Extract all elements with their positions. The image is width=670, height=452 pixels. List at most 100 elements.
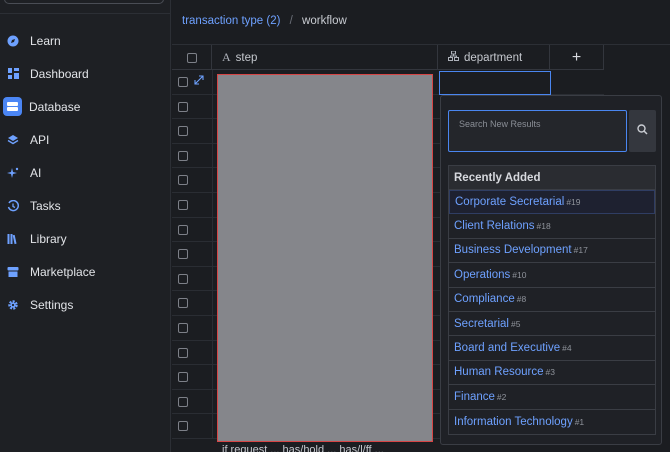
gear-icon bbox=[6, 298, 20, 312]
layers-icon bbox=[6, 133, 20, 147]
department-option[interactable]: Finance #2 bbox=[449, 385, 655, 410]
row-divider bbox=[212, 119, 213, 143]
sidebar-item-dashboard[interactable]: Dashboard bbox=[0, 57, 171, 90]
row-checkbox[interactable] bbox=[178, 101, 188, 112]
step-cell-highlight[interactable] bbox=[217, 74, 433, 442]
expand-row-icon[interactable] bbox=[194, 75, 204, 88]
option-name: Compliance bbox=[454, 293, 515, 306]
row-checkbox[interactable] bbox=[178, 224, 188, 235]
search-input[interactable]: Search New Results bbox=[448, 110, 627, 152]
sidebar-item-ai[interactable]: AI bbox=[0, 156, 171, 189]
option-number: #19 bbox=[566, 197, 581, 208]
sidebar-item-label: Library bbox=[30, 231, 67, 246]
row-divider bbox=[212, 315, 213, 340]
option-number: #2 bbox=[496, 391, 507, 402]
option-name: Finance bbox=[454, 390, 495, 403]
department-option[interactable]: Secretarial #5 bbox=[449, 312, 655, 337]
row-divider bbox=[212, 168, 213, 192]
row-checkbox[interactable] bbox=[178, 273, 188, 284]
search-button[interactable] bbox=[629, 110, 656, 152]
sidebar-item-label: Tasks bbox=[30, 198, 61, 213]
department-cell-editing[interactable] bbox=[439, 71, 551, 95]
row-checkbox[interactable] bbox=[178, 249, 188, 260]
department-option[interactable]: Information Technology #1 bbox=[449, 410, 655, 434]
option-name: Secretarial bbox=[454, 317, 509, 330]
option-number: #5 bbox=[510, 318, 521, 329]
row-checkbox[interactable] bbox=[178, 421, 188, 432]
column-header-step[interactable]: A step bbox=[212, 45, 438, 70]
sidebar-item-label: Settings bbox=[30, 297, 74, 312]
recent-list: Recently Added Corporate Secretarial #19 C… bbox=[448, 165, 656, 435]
department-option[interactable]: Client Relations #18 bbox=[449, 214, 655, 239]
row-checkbox[interactable] bbox=[178, 126, 188, 137]
sidebar-item-settings[interactable]: Settings bbox=[0, 288, 171, 321]
add-column-button[interactable]: + bbox=[550, 45, 604, 70]
breadcrumb-link-transaction-type[interactable]: transaction type (2) bbox=[182, 15, 280, 27]
sidebar-nav: Learn Dashboard Database API AI Tasks Li… bbox=[0, 24, 171, 321]
department-option[interactable]: Business Development #17 bbox=[449, 239, 655, 264]
option-number: #18 bbox=[536, 221, 551, 232]
department-option[interactable]: Corporate Secretarial #19 bbox=[449, 190, 655, 215]
row-divider bbox=[212, 242, 213, 266]
option-number: #8 bbox=[516, 294, 527, 305]
row-text-partial: if request ... has/hold ... has/l/ff ... bbox=[222, 444, 384, 452]
column-header-label: department bbox=[464, 51, 523, 64]
sidebar-item-label: AI bbox=[30, 165, 42, 180]
option-number: #17 bbox=[573, 245, 588, 256]
breadcrumb-current: workflow bbox=[302, 15, 347, 27]
search-placeholder: Search New Results bbox=[459, 119, 541, 129]
dashboard-icon bbox=[6, 67, 20, 81]
option-name: Operations bbox=[454, 268, 511, 281]
recent-list-title: Recently Added bbox=[449, 166, 655, 190]
sidebar-item-database[interactable]: Database bbox=[0, 90, 171, 123]
row-divider bbox=[212, 291, 213, 315]
option-number: #3 bbox=[545, 367, 555, 378]
sidebar-search-input[interactable] bbox=[4, 0, 164, 4]
row-checkbox[interactable] bbox=[178, 175, 188, 186]
sidebar-item-library[interactable]: Library bbox=[0, 222, 171, 255]
library-icon bbox=[6, 232, 20, 246]
sidebar-item-label: Dashboard bbox=[30, 66, 89, 81]
column-header-department[interactable]: department bbox=[438, 45, 550, 70]
option-number: #1 bbox=[574, 416, 585, 427]
sidebar-item-tasks[interactable]: Tasks bbox=[0, 189, 171, 222]
row-checkbox[interactable] bbox=[178, 347, 188, 358]
breadcrumb: transaction type (2) / workflow bbox=[182, 15, 347, 27]
row-divider bbox=[212, 94, 213, 119]
option-number: #4 bbox=[562, 343, 572, 354]
sidebar-item-marketplace[interactable]: Marketplace bbox=[0, 255, 171, 288]
sidebar-item-label: Learn bbox=[30, 33, 61, 48]
database-icon bbox=[3, 97, 22, 116]
store-icon bbox=[6, 265, 20, 279]
option-name: Corporate Secretarial bbox=[455, 196, 565, 209]
option-name: Information Technology bbox=[454, 415, 573, 428]
option-name: Board and Executive bbox=[454, 342, 561, 355]
option-number: #10 bbox=[512, 269, 527, 280]
department-option[interactable]: Human Resource #3 bbox=[449, 361, 655, 386]
select-all-checkbox-cell bbox=[172, 45, 212, 70]
select-all-checkbox[interactable] bbox=[186, 52, 197, 63]
option-name: Business Development bbox=[454, 244, 572, 257]
sparkle-icon bbox=[6, 166, 20, 180]
department-option[interactable]: Board and Executive #4 bbox=[449, 336, 655, 361]
row-checkbox[interactable] bbox=[178, 396, 188, 407]
row-checkbox[interactable] bbox=[178, 322, 188, 333]
row-checkbox[interactable] bbox=[178, 298, 188, 309]
department-option[interactable]: Operations #10 bbox=[449, 263, 655, 288]
sidebar-item-learn[interactable]: Learn bbox=[0, 24, 171, 57]
sidebar-item-label: API bbox=[30, 132, 50, 147]
sidebar-divider bbox=[0, 13, 171, 14]
history-icon bbox=[6, 199, 20, 213]
option-name: Human Resource bbox=[454, 366, 544, 379]
column-header-label: step bbox=[235, 51, 258, 64]
row-divider bbox=[212, 70, 213, 94]
row-checkbox[interactable] bbox=[178, 150, 188, 161]
department-option[interactable]: Compliance #8 bbox=[449, 288, 655, 312]
row-divider bbox=[212, 365, 213, 389]
row-divider bbox=[212, 389, 213, 414]
sidebar-item-api[interactable]: API bbox=[0, 123, 171, 156]
row-checkbox[interactable] bbox=[178, 199, 188, 210]
row-checkbox[interactable] bbox=[178, 372, 188, 383]
row-checkbox[interactable] bbox=[178, 77, 188, 87]
row-divider bbox=[212, 192, 213, 217]
